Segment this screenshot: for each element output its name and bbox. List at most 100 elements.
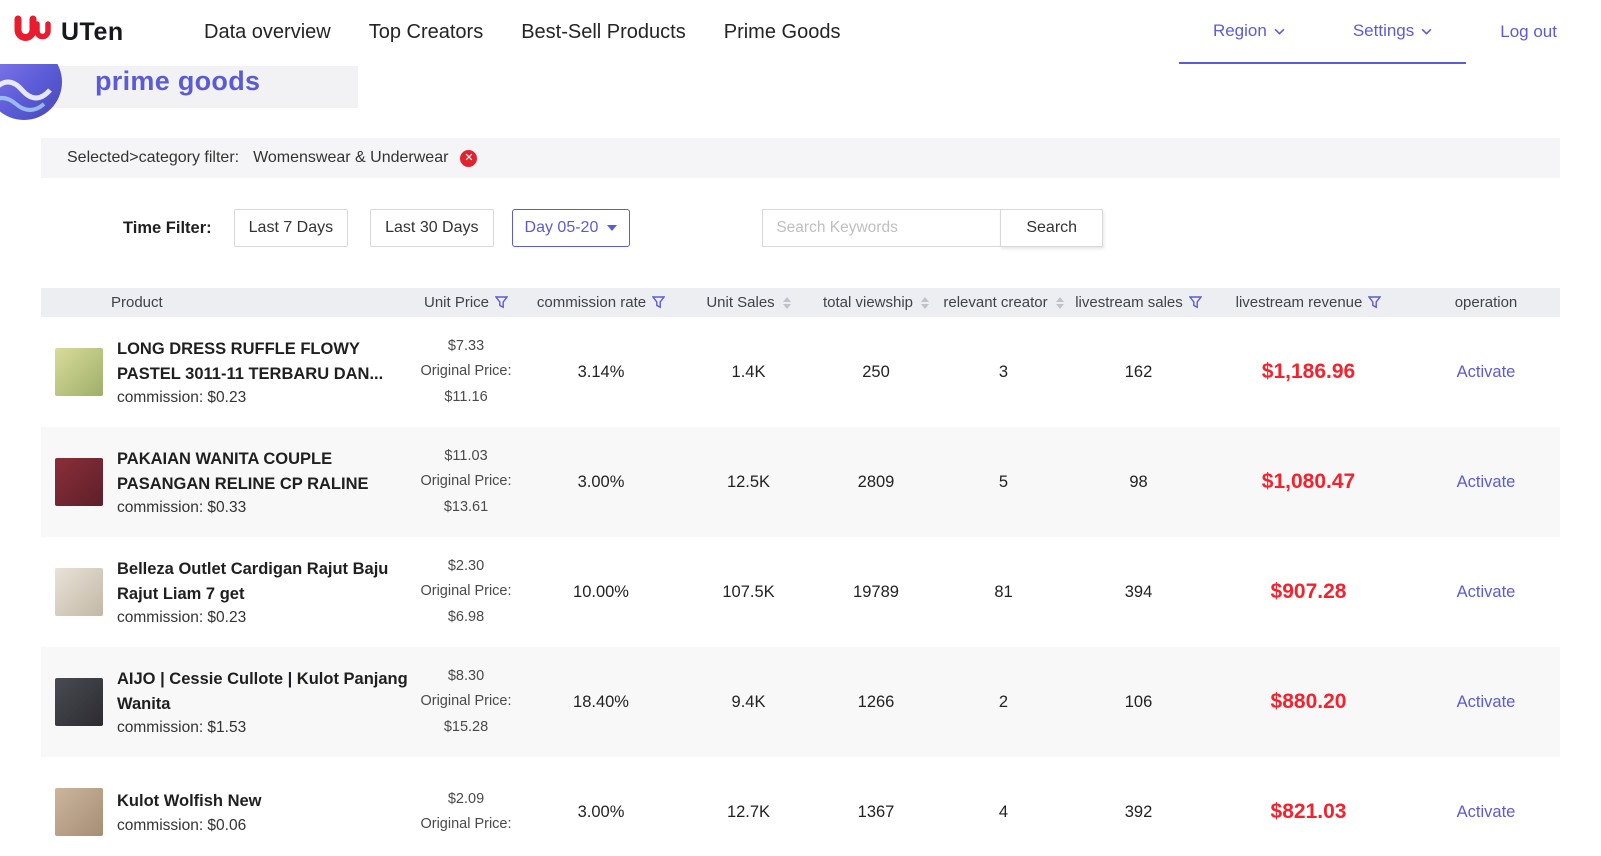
product-cell: PAKAIAN WANITA COUPLE PASANGAN RELINE CP…: [41, 447, 411, 518]
title-area: prime goods: [0, 64, 1601, 112]
product-cell: LONG DRESS RUFFLE FLOWY PASTEL 3011-11 T…: [41, 337, 411, 408]
search-group: Search: [762, 209, 1103, 247]
relevant-creator-value: 4: [936, 803, 1071, 822]
product-name: Belleza Outlet Cardigan Rajut Baju Rajut…: [117, 557, 411, 607]
table-body: LONG DRESS RUFFLE FLOWY PASTEL 3011-11 T…: [41, 317, 1560, 856]
sort-icon[interactable]: [783, 297, 791, 309]
unit-sales-value: 12.7K: [681, 803, 816, 822]
selected-filter-bar: Selected>category filter: Womenswear & U…: [41, 138, 1560, 178]
operation-cell: Activate: [1411, 693, 1561, 712]
livestream-revenue-value: $907.28: [1206, 580, 1411, 604]
settings-label: Settings: [1353, 21, 1414, 41]
last-30-days-button[interactable]: Last 30 Days: [370, 209, 493, 247]
table-row: PAKAIAN WANITA COUPLE PASANGAN RELINE CP…: [41, 427, 1560, 537]
commission-rate-value: 3.00%: [521, 473, 681, 492]
product-name: Kulot Wolfish New: [117, 789, 262, 814]
commission-rate-value: 3.00%: [521, 803, 681, 822]
controls-row: Time Filter: Last 7 Days Last 30 Days Da…: [41, 208, 1560, 248]
top-navigation: UTen Data overview Top Creators Best-Sel…: [0, 0, 1601, 64]
commission-rate-value: 18.40%: [521, 693, 681, 712]
sort-icon[interactable]: [1056, 297, 1064, 309]
operation-cell: Activate: [1411, 583, 1561, 602]
original-price: $6.98: [411, 605, 521, 630]
filter-bar-label: Selected>category filter:: [67, 149, 239, 167]
nav-item-best-sell-products[interactable]: Best-Sell Products: [521, 21, 686, 44]
filter-icon[interactable]: [495, 296, 508, 309]
time-filter-label: Time Filter:: [123, 219, 212, 238]
product-commission: commission: $0.23: [117, 609, 411, 627]
chevron-down-icon: [607, 225, 617, 231]
filter-bar-value: Womenswear & Underwear: [253, 149, 448, 167]
original-price-label: Original Price:: [411, 812, 521, 837]
total-viewship-value: 1367: [816, 803, 936, 822]
table-row: Kulot Wolfish New commission: $0.06 $2.0…: [41, 757, 1560, 856]
region-dropdown[interactable]: Region: [1179, 0, 1319, 64]
activate-button[interactable]: Activate: [1457, 803, 1516, 821]
column-header-commission-rate: commission rate: [521, 294, 681, 311]
table-header: Product Unit Price commission rate Unit …: [41, 288, 1560, 317]
table-row: Belleza Outlet Cardigan Rajut Baju Rajut…: [41, 537, 1560, 647]
day-select-dropdown[interactable]: Day 05-20: [512, 209, 631, 247]
product-thumbnail: [55, 678, 103, 726]
remove-filter-icon[interactable]: ✕: [460, 150, 477, 167]
product-commission: commission: $1.53: [117, 719, 411, 737]
column-header-relevant-creator: relevant creator: [936, 294, 1071, 311]
operation-cell: Activate: [1411, 473, 1561, 492]
filter-icon[interactable]: [1189, 296, 1202, 309]
nav-item-top-creators[interactable]: Top Creators: [369, 21, 484, 44]
livestream-sales-value: 394: [1071, 583, 1206, 602]
brand-name: UTen: [61, 18, 124, 47]
total-viewship-value: 250: [816, 363, 936, 382]
original-price-label: Original Price:: [411, 689, 521, 714]
product-thumbnail: [55, 788, 103, 836]
region-label: Region: [1213, 21, 1267, 41]
nav-item-data-overview[interactable]: Data overview: [204, 21, 331, 44]
commission-rate-value: 3.14%: [521, 363, 681, 382]
filter-icon[interactable]: [1368, 296, 1381, 309]
search-button[interactable]: Search: [1000, 209, 1103, 247]
relevant-creator-value: 2: [936, 693, 1071, 712]
search-input[interactable]: [762, 209, 1000, 247]
product-name: LONG DRESS RUFFLE FLOWY PASTEL 3011-11 T…: [117, 337, 411, 387]
sort-icon[interactable]: [921, 297, 929, 309]
activate-button[interactable]: Activate: [1457, 473, 1516, 491]
unit-price: $7.33: [411, 334, 521, 359]
livestream-sales-value: 98: [1071, 473, 1206, 492]
filter-icon[interactable]: [652, 296, 665, 309]
settings-dropdown[interactable]: Settings: [1319, 0, 1466, 64]
original-price-label: Original Price:: [411, 359, 521, 384]
product-commission: commission: $0.33: [117, 499, 411, 517]
commission-rate-value: 10.00%: [521, 583, 681, 602]
livestream-sales-value: 106: [1071, 693, 1206, 712]
table-row: LONG DRESS RUFFLE FLOWY PASTEL 3011-11 T…: [41, 317, 1560, 427]
product-commission: commission: $0.06: [117, 817, 262, 835]
nav-item-prime-goods[interactable]: Prime Goods: [724, 21, 841, 44]
livestream-revenue-value: $880.20: [1206, 690, 1411, 714]
page-title: prime goods: [95, 66, 260, 97]
column-header-livestream-sales: livestream sales: [1071, 294, 1206, 311]
main-nav: Data overview Top Creators Best-Sell Pro…: [204, 21, 840, 44]
unit-price-cell: $2.09 Original Price:: [411, 787, 521, 838]
product-thumbnail: [55, 458, 103, 506]
activate-button[interactable]: Activate: [1457, 583, 1516, 601]
logout-label: Log out: [1500, 22, 1557, 42]
column-header-unit-price: Unit Price: [411, 294, 521, 311]
last-7-days-button[interactable]: Last 7 Days: [234, 209, 348, 247]
product-thumbnail: [55, 568, 103, 616]
chevron-down-icon: [1421, 28, 1432, 35]
activate-button[interactable]: Activate: [1457, 693, 1516, 711]
relevant-creator-value: 5: [936, 473, 1071, 492]
column-header-product: Product: [41, 294, 411, 311]
nav-right: Region Settings Log out: [1179, 0, 1591, 64]
activate-button[interactable]: Activate: [1457, 363, 1516, 381]
uten-logo[interactable]: UTen: [12, 14, 204, 50]
uten-logo-icon: [12, 14, 56, 50]
relevant-creator-value: 81: [936, 583, 1071, 602]
total-viewship-value: 2809: [816, 473, 936, 492]
product-cell: Kulot Wolfish New commission: $0.06: [41, 788, 411, 836]
day-select-value: Day 05-20: [525, 219, 599, 237]
unit-price: $2.09: [411, 787, 521, 812]
relevant-creator-value: 3: [936, 363, 1071, 382]
logout-button[interactable]: Log out: [1466, 0, 1591, 64]
column-header-total-viewship: total viewship: [816, 294, 936, 311]
